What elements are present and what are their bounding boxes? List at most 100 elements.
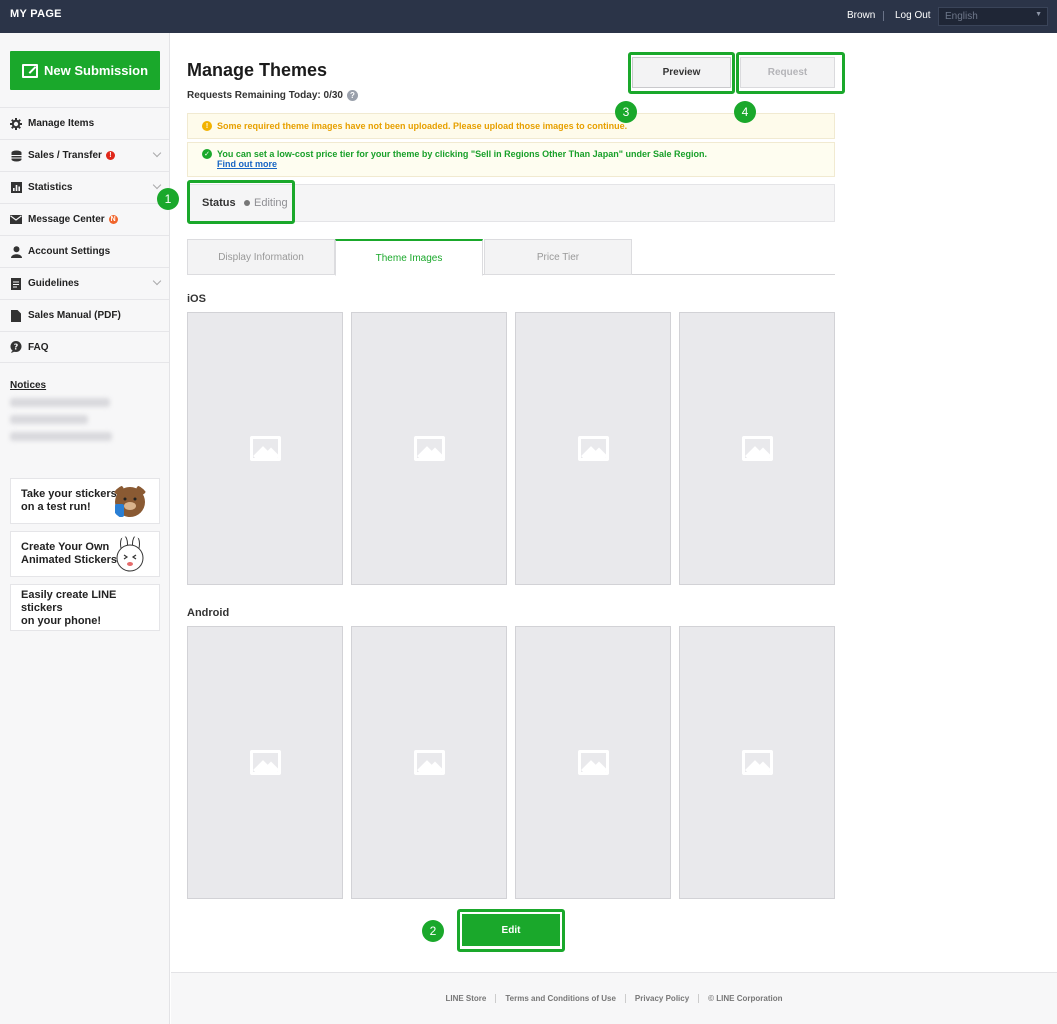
warning-text: Some required theme images have not been…	[217, 121, 628, 131]
marker-1: 1	[157, 188, 179, 210]
top-header: MY PAGE Brown Log Out English ▼	[0, 0, 1057, 33]
language-select[interactable]: English ▼	[938, 7, 1048, 26]
promo-text: stickers	[21, 602, 63, 614]
sidebar: New Submission Manage Items Sales / Tran…	[0, 33, 170, 1024]
edit-button[interactable]: Edit	[462, 914, 560, 946]
request-button: Request	[740, 57, 835, 88]
file-icon	[10, 309, 22, 322]
image-placeholder-icon	[741, 750, 773, 775]
ios-image-slot[interactable]	[351, 312, 507, 585]
image-placeholder-icon	[577, 750, 609, 775]
sidebar-item-guidelines[interactable]: Guidelines	[0, 267, 169, 299]
status-label: Status	[202, 197, 236, 209]
person-icon	[10, 245, 22, 258]
sidebar-item-label: Message Center	[28, 214, 105, 225]
marker-3: 3	[615, 101, 637, 123]
notice-item-blurred[interactable]	[10, 415, 88, 424]
cony-rabbit-character-icon	[116, 536, 144, 572]
chevron-down-icon: ▼	[1035, 11, 1042, 18]
chevron-down-icon	[152, 180, 162, 190]
promo-test-run[interactable]: Take your stickers on a test run!	[10, 478, 160, 524]
requests-remaining: Requests Remaining Today: 0/30 ?	[187, 90, 358, 101]
brown-bear-character-icon	[114, 485, 146, 517]
tab-theme-images[interactable]: Theme Images	[335, 239, 483, 276]
sidebar-menu: Manage Items Sales / Transfer ! Statisti…	[0, 107, 169, 363]
envelope-icon	[10, 214, 22, 226]
alert-badge: !	[105, 151, 115, 160]
sidebar-item-message-center[interactable]: Message Center N	[0, 203, 169, 235]
help-icon[interactable]: ?	[346, 90, 358, 101]
sidebar-item-label: Statistics	[28, 182, 73, 193]
new-submission-button[interactable]: New Submission	[10, 51, 160, 90]
promo-text: on your phone!	[21, 615, 102, 627]
chart-icon	[10, 182, 22, 194]
tab-display-information[interactable]: Display Information	[187, 239, 335, 275]
page-title: Manage Themes	[187, 60, 328, 80]
image-placeholder-icon	[249, 750, 281, 775]
user-name: Brown	[847, 10, 876, 21]
ios-image-slot[interactable]	[187, 312, 343, 585]
image-placeholder-icon	[413, 750, 445, 775]
brand-title[interactable]: MY PAGE	[10, 8, 62, 20]
logout-link[interactable]: Log Out	[895, 10, 931, 21]
android-section-label: Android	[187, 607, 230, 619]
android-image-slot[interactable]	[351, 626, 507, 899]
sidebar-item-sales-transfer[interactable]: Sales / Transfer !	[0, 139, 169, 171]
chevron-down-icon	[152, 148, 162, 158]
tab-bar: Display Information Theme Images Price T…	[187, 239, 835, 276]
promo-animated-stickers[interactable]: Create Your Own Animated Stickers	[10, 531, 160, 577]
gear-icon	[10, 117, 22, 130]
sidebar-item-account-settings[interactable]: Account Settings	[0, 235, 169, 267]
new-badge: N	[108, 215, 118, 224]
sidebar-item-sales-manual[interactable]: Sales Manual (PDF)	[0, 299, 169, 331]
status-badge: Editing	[244, 197, 288, 209]
status-dot-icon	[244, 200, 250, 206]
sidebar-item-faq[interactable]: ? FAQ	[0, 331, 169, 363]
footer-copyright: © LINE Corporation	[708, 994, 783, 1003]
sidebar-item-label: FAQ	[28, 341, 49, 353]
android-image-slot[interactable]	[515, 626, 671, 899]
notice-item-blurred[interactable]	[10, 398, 110, 407]
footer-link-terms[interactable]: Terms and Conditions of Use	[496, 994, 626, 1003]
header-divider	[883, 11, 884, 21]
check-icon: ✓	[202, 149, 212, 159]
footer: LINE Store Terms and Conditions of Use P…	[171, 972, 1057, 1024]
android-image-slot[interactable]	[679, 626, 835, 899]
ios-section-label: iOS	[187, 293, 206, 305]
sidebar-item-manage-items[interactable]: Manage Items	[0, 107, 169, 139]
promo-text: Easily create LINE	[21, 589, 117, 601]
coins-icon	[10, 150, 22, 162]
chevron-down-icon	[152, 276, 162, 286]
sidebar-item-label: Sales / Transfer	[28, 150, 102, 161]
android-image-slot[interactable]	[187, 626, 343, 899]
status-bar: Status Editing	[187, 184, 835, 222]
sidebar-item-statistics[interactable]: Statistics	[0, 171, 169, 203]
footer-link-privacy[interactable]: Privacy Policy	[626, 994, 700, 1003]
notices-link[interactable]: Notices	[10, 380, 46, 391]
sidebar-item-label: Sales Manual (PDF)	[28, 310, 121, 321]
notice-item-blurred[interactable]	[10, 432, 112, 441]
promo-create-on-phone[interactable]: Easily create LINE stickers on your phon…	[10, 584, 160, 631]
warning-icon: !	[202, 121, 212, 131]
tab-price-tier[interactable]: Price Tier	[484, 239, 632, 275]
marker-2: 2	[422, 920, 444, 942]
image-placeholder-icon	[741, 436, 773, 461]
new-submission-label: New Submission	[43, 63, 149, 78]
info-text: You can set a low-cost price tier for yo…	[217, 149, 707, 159]
ios-image-slot[interactable]	[515, 312, 671, 585]
sidebar-item-label: Manage Items	[28, 118, 95, 129]
ios-image-slot[interactable]	[679, 312, 835, 585]
requests-remaining-text: Requests Remaining Today: 0/30	[187, 90, 343, 101]
image-placeholder-icon	[413, 436, 445, 461]
edit-icon	[21, 63, 38, 78]
find-out-more-link[interactable]: Find out more	[217, 159, 834, 169]
preview-button[interactable]: Preview	[632, 57, 731, 88]
question-bubble-icon: ?	[10, 341, 22, 353]
info-alert: ✓ You can set a low-cost price tier for …	[187, 142, 835, 177]
document-icon	[10, 277, 22, 290]
footer-link-line-store[interactable]: LINE Store	[436, 994, 497, 1003]
status-value: Editing	[254, 197, 288, 209]
image-placeholder-icon	[577, 436, 609, 461]
language-value: English	[945, 11, 978, 22]
svg-text:?: ?	[14, 342, 19, 351]
